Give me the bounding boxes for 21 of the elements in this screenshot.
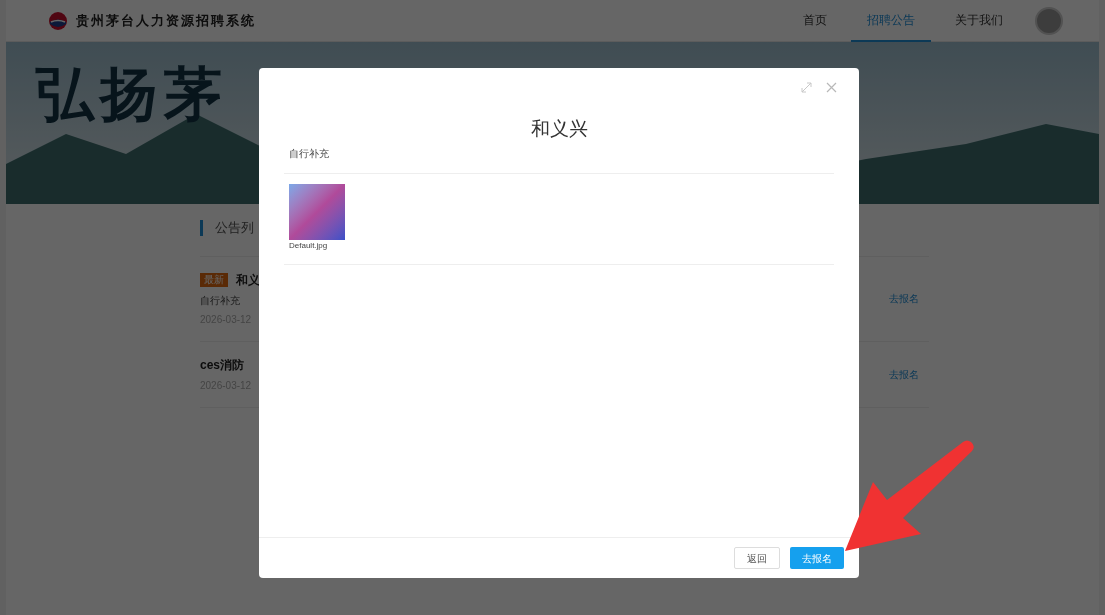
- section-heading: 公告列: [215, 219, 254, 237]
- dialog-summary: 自行补充: [289, 146, 330, 161]
- dialog-title: 和义兴: [530, 117, 588, 141]
- back-button[interactable]: 返回: [734, 547, 780, 569]
- close-icon[interactable]: [826, 82, 837, 93]
- new-badge: 最新: [200, 272, 228, 287]
- apply-link[interactable]: 去报名: [889, 291, 919, 306]
- notice-summary: 自行补充: [200, 293, 241, 308]
- image-thumbnail[interactable]: [289, 183, 345, 240]
- site-title: 贵州茅台人力资源招聘系统: [76, 11, 256, 30]
- nav-tab[interactable]: 首页: [787, 0, 843, 42]
- file-name: Default.jpg: [289, 239, 329, 252]
- banner-slogan: 弘扬茅: [36, 62, 228, 126]
- apply-button[interactable]: 去报名: [790, 547, 844, 569]
- expand-icon[interactable]: [801, 82, 812, 93]
- apply-link[interactable]: 去报名: [889, 366, 919, 382]
- nav-tab[interactable]: 关于我们: [939, 0, 1019, 42]
- logo-icon: [48, 10, 68, 31]
- avatar[interactable]: [1035, 6, 1063, 35]
- notice-title[interactable]: ces消防: [200, 355, 245, 374]
- notice-title[interactable]: 和义: [236, 270, 260, 289]
